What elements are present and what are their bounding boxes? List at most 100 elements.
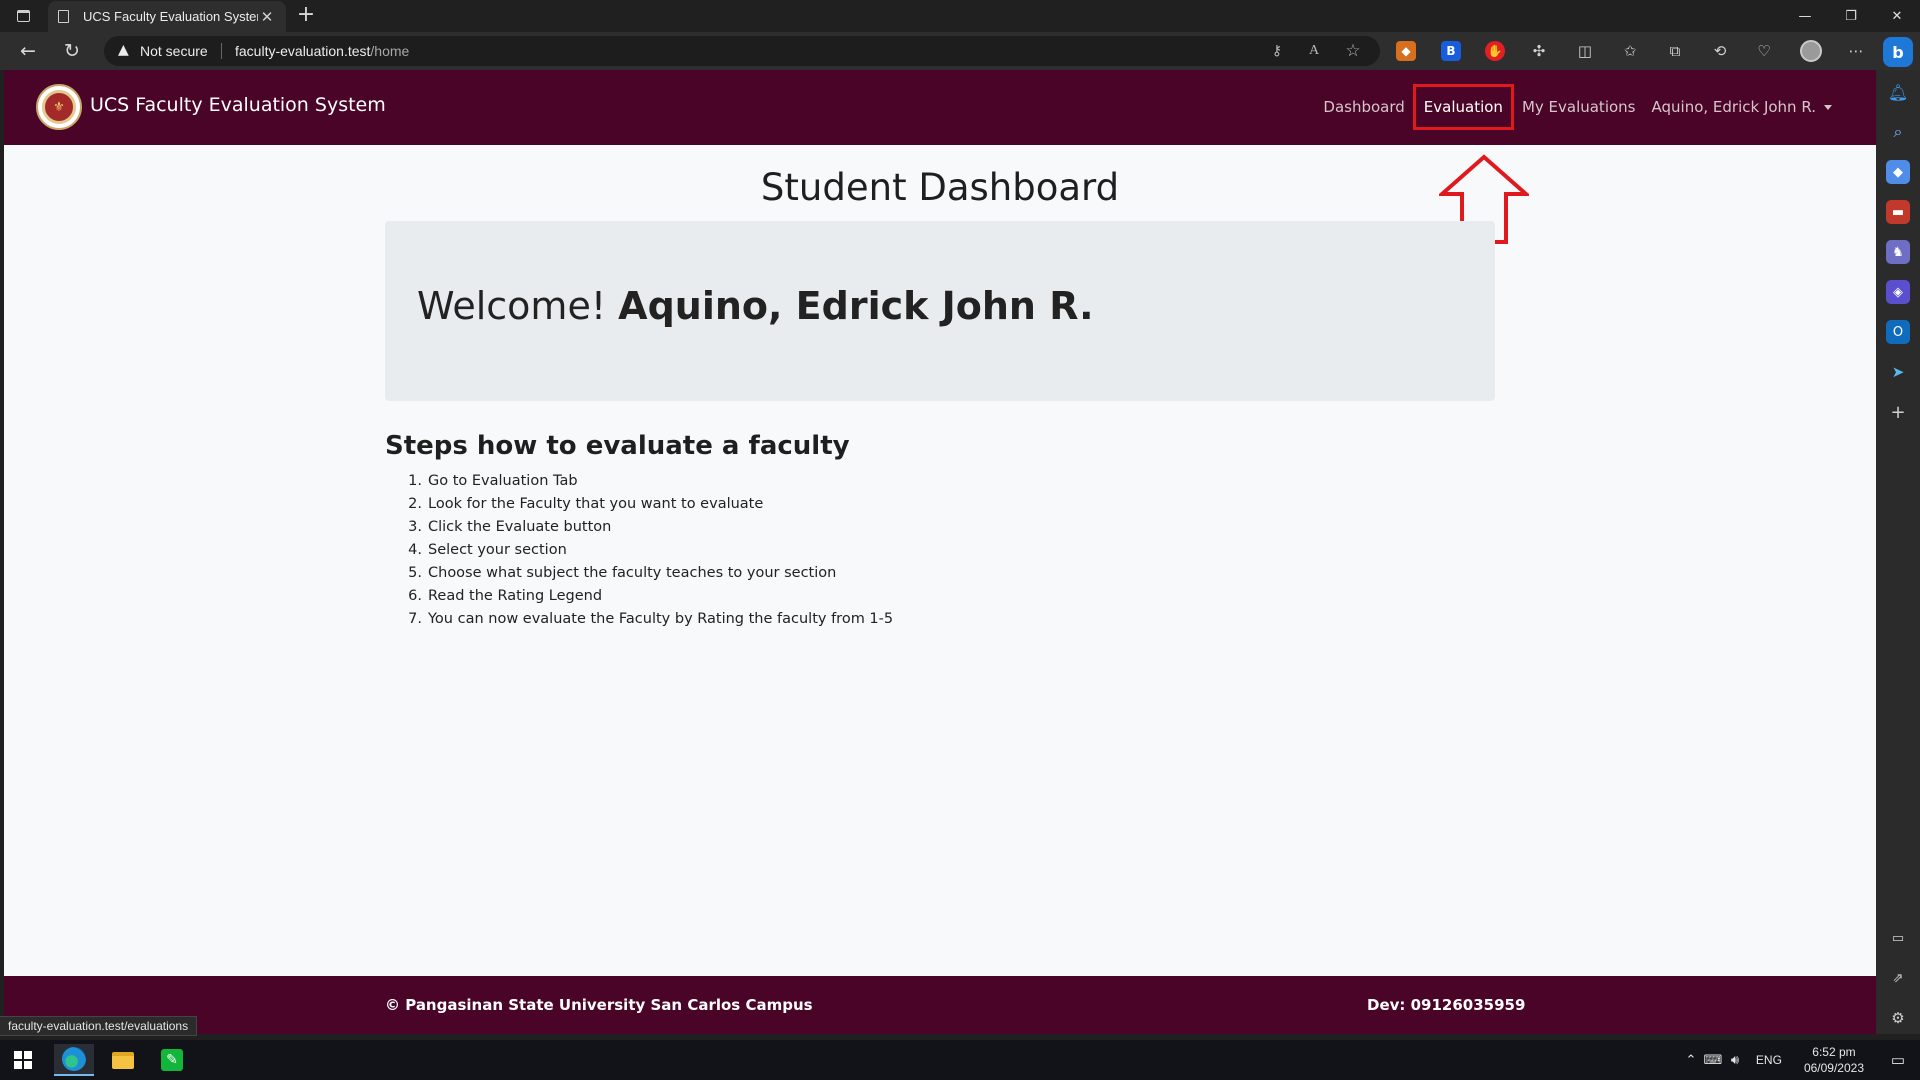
microsoft-365-icon[interactable]: ◈ xyxy=(1886,280,1910,304)
security-label[interactable]: Not secure xyxy=(140,43,208,59)
list-item: 3. Click the Evaluate button xyxy=(385,516,893,539)
page-title: Student Dashboard xyxy=(760,166,1120,209)
tools-icon[interactable]: ▬ xyxy=(1886,200,1910,224)
url-path: /home xyxy=(370,43,410,59)
welcome-prefix: Welcome! xyxy=(417,284,607,328)
university-seal-logo[interactable]: ⚜ xyxy=(36,84,82,130)
step-text: Go to Evaluation Tab xyxy=(428,473,578,489)
search-icon[interactable]: ⌕ xyxy=(1886,120,1910,144)
list-item: 2. Look for the Faculty that you want to … xyxy=(385,493,893,516)
list-item: 1. Go to Evaluation Tab xyxy=(385,470,893,493)
step-number: 2. xyxy=(408,496,422,512)
nav-links: Dashboard Evaluation My Evaluations Aqui… xyxy=(1315,84,1840,130)
brand-name[interactable]: UCS Faculty Evaluation System xyxy=(90,94,386,116)
minimize-icon[interactable]: — xyxy=(1782,0,1828,32)
list-item: 6. Read the Rating Legend xyxy=(385,585,893,608)
user-dropdown[interactable]: Aquino, Edrick John R. xyxy=(1644,84,1841,130)
split-screen-icon[interactable]: ◫ xyxy=(1575,41,1595,61)
address-bar[interactable]: ▲ Not secure faculty-evaluation.test/hom… xyxy=(104,36,1380,66)
welcome-student-name: Aquino, Edrick John R. xyxy=(618,284,1094,328)
step-number: 5. xyxy=(408,565,422,581)
step-number: 3. xyxy=(408,519,422,535)
metamask-extension-icon[interactable]: ◆ xyxy=(1396,41,1416,61)
step-text: Read the Rating Legend xyxy=(428,588,603,604)
notification-bell-icon[interactable]: 🔔︎ xyxy=(1886,80,1910,104)
nav-dashboard-link[interactable]: Dashboard xyxy=(1315,84,1412,130)
adblock-extension-icon[interactable]: ✋ xyxy=(1485,41,1505,61)
browser-tab[interactable]: UCS Faculty Evaluation System ✕ xyxy=(48,1,286,32)
games-icon[interactable]: ♞ xyxy=(1886,240,1910,264)
browser-toolbar: ← ↻ ▲ Not secure faculty-evaluation.test… xyxy=(0,32,1920,70)
taskbar-green-app[interactable]: ✎ xyxy=(152,1044,192,1076)
taskbar-edge-app[interactable] xyxy=(54,1044,94,1076)
step-text: Click the Evaluate button xyxy=(428,519,612,535)
favorites-icon[interactable]: ✩ xyxy=(1620,41,1640,61)
steps-list: 1. Go to Evaluation Tab 2. Look for the Fa… xyxy=(385,470,893,631)
profile-avatar[interactable] xyxy=(1800,40,1822,62)
refresh-icon[interactable]: ↻ xyxy=(60,39,84,63)
list-item: 5. Choose what subject the faculty teache… xyxy=(385,562,893,585)
seal-emblem: ⚜ xyxy=(42,90,76,124)
user-name: Aquino, Edrick John R. xyxy=(1651,98,1817,116)
network-icon[interactable]: ⌨ xyxy=(1702,1052,1724,1068)
close-window-icon[interactable]: ✕ xyxy=(1874,0,1920,32)
read-aloud-icon[interactable]: A xyxy=(1304,41,1324,61)
site-navbar: ⚜ UCS Faculty Evaluation System Dashboar… xyxy=(4,70,1876,145)
step-number: 6. xyxy=(408,588,422,604)
warning-icon: ▲ xyxy=(118,42,129,58)
add-sidebar-app-icon[interactable]: + xyxy=(1886,400,1910,424)
app-icon: ✎ xyxy=(161,1049,183,1071)
clock-time: 6:52 pm xyxy=(1812,1045,1856,1059)
window-controls: — ❐ ✕ xyxy=(1782,0,1920,32)
nav-evaluation-link[interactable]: Evaluation xyxy=(1412,84,1514,130)
external-link-icon[interactable]: ⇗ xyxy=(1886,966,1910,990)
welcome-panel: Welcome! Aquino, Edrick John R. xyxy=(385,221,1495,401)
list-item: 4. Select your section xyxy=(385,539,893,562)
url-text[interactable]: faculty-evaluation.test/home xyxy=(235,43,409,59)
chevron-up-icon[interactable]: ⌃ xyxy=(1680,1052,1702,1068)
clock[interactable]: 6:52 pm 06/09/2023 xyxy=(1792,1044,1876,1076)
page-viewport: ⚜ UCS Faculty Evaluation System Dashboar… xyxy=(4,70,1876,1034)
bitwarden-extension-icon[interactable]: B xyxy=(1441,41,1461,61)
clock-date: 06/09/2023 xyxy=(1803,1061,1864,1075)
shopping-tag-icon[interactable]: ◆ xyxy=(1886,160,1910,184)
nav-my-evaluations-link[interactable]: My Evaluations xyxy=(1514,84,1644,130)
close-tab-icon[interactable]: ✕ xyxy=(258,8,276,26)
bing-copilot-icon[interactable]: b xyxy=(1883,37,1913,67)
browser-tab-strip: UCS Faculty Evaluation System ✕ + — ❐ ✕ xyxy=(0,0,1920,32)
edge-sidebar: 🔔︎ ⌕ ◆ ▬ ♞ ◈ O ➤ + ▭ ⇗ ⚙ xyxy=(1876,70,1920,1034)
url-host: faculty-evaluation.test xyxy=(235,43,371,59)
welcome-message: Welcome! Aquino, Edrick John R. xyxy=(417,284,1094,328)
tab-title: UCS Faculty Evaluation System xyxy=(83,9,258,24)
divider xyxy=(221,43,222,59)
hide-sidebar-icon[interactable]: ▭ xyxy=(1886,926,1910,950)
language-indicator[interactable]: ENG xyxy=(1746,1053,1792,1067)
password-key-icon[interactable]: ⚷ xyxy=(1267,41,1287,61)
restore-icon[interactable]: ❐ xyxy=(1828,0,1874,32)
steps-heading: Steps how to evaluate a faculty xyxy=(385,431,850,461)
back-icon[interactable]: ← xyxy=(16,39,40,63)
footer-copyright: © Pangasinan State University San Carlos… xyxy=(385,996,813,1014)
extensions-icon[interactable]: ✣ xyxy=(1529,41,1549,61)
more-menu-icon[interactable]: ⋯ xyxy=(1846,41,1866,61)
tab-actions-icon[interactable] xyxy=(12,6,34,26)
taskbar-file-explorer-app[interactable] xyxy=(103,1044,143,1076)
step-number: 7. xyxy=(408,611,422,627)
page-icon xyxy=(58,10,69,23)
footer-dev-contact: Dev: 09126035959 xyxy=(1367,996,1526,1014)
edge-icon xyxy=(62,1047,86,1071)
outlook-icon[interactable]: O xyxy=(1886,320,1910,344)
step-text: Look for the Faculty that you want to ev… xyxy=(428,496,764,512)
sidebar-settings-gear-icon[interactable]: ⚙ xyxy=(1886,1006,1910,1030)
history-icon[interactable]: ⟲ xyxy=(1710,41,1730,61)
new-tab-button[interactable]: + xyxy=(294,4,318,28)
step-number: 4. xyxy=(408,542,422,558)
collections-icon[interactable]: ⧉ xyxy=(1665,41,1685,61)
drop-send-icon[interactable]: ➤ xyxy=(1886,360,1910,384)
step-text: Select your section xyxy=(428,542,567,558)
browser-essentials-icon[interactable]: ♡ xyxy=(1754,41,1774,61)
volume-icon[interactable]: 🔊︎ xyxy=(1724,1052,1746,1068)
windows-start-icon[interactable] xyxy=(14,1051,32,1069)
notification-center-icon[interactable]: ▭ xyxy=(1876,1040,1920,1080)
favorite-star-icon[interactable]: ☆ xyxy=(1343,41,1363,61)
